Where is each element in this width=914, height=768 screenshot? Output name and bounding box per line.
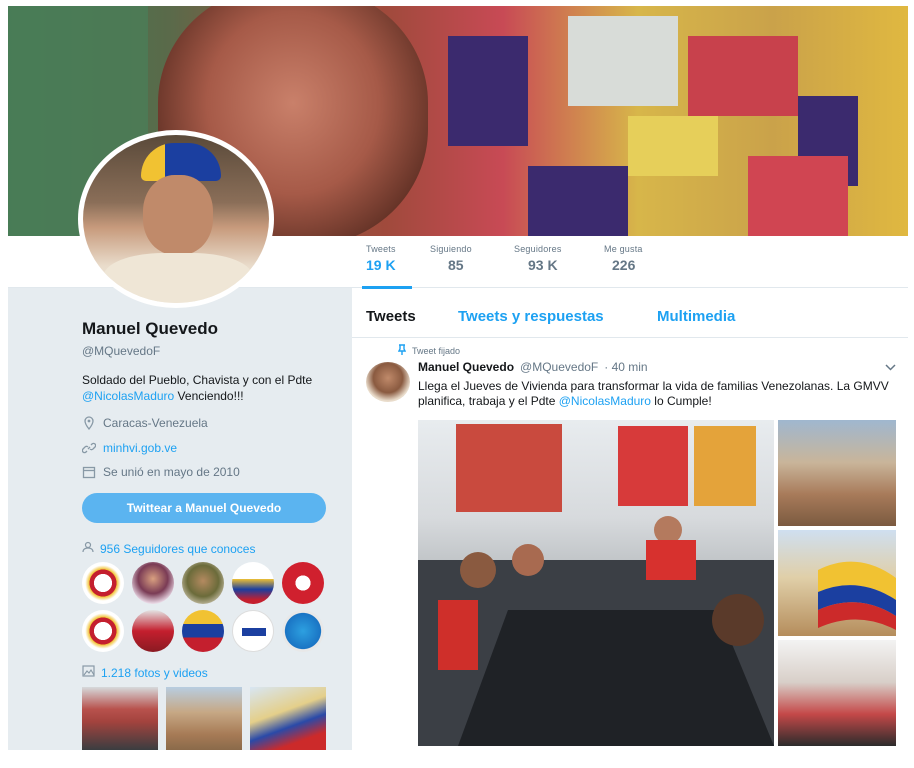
timeline-tabs: Tweets Tweets y respuestas Multimedia [352, 296, 908, 338]
profile-handle: @MQuevedoF [82, 344, 161, 358]
tweet-header: Manuel Quevedo @MQuevedoF · 40 min [418, 360, 648, 374]
tweet-mention-link[interactable]: @NicolasMaduro [559, 394, 651, 408]
media-photo-flag[interactable] [778, 530, 896, 636]
profile-name[interactable]: Manuel Quevedo [82, 319, 218, 339]
known-followers-grid [82, 562, 332, 652]
location-text: Caracas-Venezuela [103, 416, 208, 430]
follower-avatar[interactable] [82, 610, 124, 652]
photos-videos-text[interactable]: 1.218 fotos y videos [101, 666, 208, 680]
profile-joined: Se unió en mayo de 2010 [82, 465, 240, 479]
follower-avatar[interactable] [132, 562, 174, 604]
stat-tweets[interactable]: Tweets 19 K [362, 244, 412, 289]
stat-followers[interactable]: Seguidores 93 K [514, 244, 562, 273]
chevron-down-icon[interactable] [885, 360, 896, 374]
stat-value: 19 K [366, 257, 396, 273]
tweet-time[interactable]: · 40 min [604, 360, 647, 374]
person-icon [82, 541, 94, 556]
bio-text: Soldado del Pueblo, Chavista y con el Pd… [82, 373, 313, 387]
location-icon [82, 416, 96, 430]
joined-text: Se unió en mayo de 2010 [103, 465, 240, 479]
photo-thumbnail[interactable] [250, 687, 326, 750]
image-icon [82, 665, 95, 680]
media-photo-meeting[interactable] [418, 420, 774, 746]
tab-tweets-replies[interactable]: Tweets y respuestas [458, 308, 604, 325]
tweet-text: Llega el Jueves de Vivienda para transfo… [418, 379, 900, 409]
follower-avatar[interactable] [282, 562, 324, 604]
tab-media[interactable]: Multimedia [657, 308, 735, 325]
stat-label: Seguidores [514, 244, 562, 254]
photos-videos-link[interactable]: 1.218 fotos y videos [82, 665, 208, 680]
followers-you-know-text[interactable]: 956 Seguidores que conoces [100, 542, 255, 556]
media-photo-buildings[interactable] [778, 420, 896, 526]
link-icon [82, 441, 96, 455]
tweet-author-name[interactable]: Manuel Quevedo [418, 360, 514, 374]
media-photo-people[interactable] [778, 640, 896, 746]
stat-value: 93 K [528, 257, 558, 273]
tweet-media[interactable] [418, 420, 896, 746]
followers-you-know-link[interactable]: 956 Seguidores que conoces [82, 541, 255, 556]
profile-bio: Soldado del Pueblo, Chavista y con el Pd… [82, 372, 332, 404]
bio-mention-link[interactable]: @NicolasMaduro [82, 389, 174, 403]
stat-label: Tweets [366, 244, 396, 254]
tweet-body-end: lo Cumple! [650, 394, 712, 408]
stat-following[interactable]: Siguiendo 85 [430, 244, 472, 273]
tweet-avatar[interactable] [366, 362, 410, 402]
follower-avatar[interactable] [232, 610, 274, 652]
calendar-icon [82, 465, 96, 479]
stat-likes[interactable]: Me gusta 226 [604, 244, 643, 273]
pin-icon [397, 344, 407, 358]
stat-value: 85 [448, 257, 464, 273]
tweet-to-button[interactable]: Twittear a Manuel Quevedo [82, 493, 326, 523]
follower-avatar[interactable] [82, 562, 124, 604]
website-text[interactable]: minhvi.gob.ve [103, 441, 177, 455]
stat-label: Me gusta [604, 244, 643, 254]
timeline: Tweets Tweets y respuestas Multimedia Tw… [352, 296, 908, 750]
stat-label: Siguiendo [430, 244, 472, 254]
profile-location: Caracas-Venezuela [82, 416, 208, 430]
stat-value: 226 [612, 257, 636, 273]
tab-tweets[interactable]: Tweets [366, 308, 416, 325]
follower-avatar[interactable] [182, 562, 224, 604]
photos-strip [82, 687, 332, 750]
follower-avatar[interactable] [232, 562, 274, 604]
follower-avatar[interactable] [132, 610, 174, 652]
profile-avatar[interactable] [78, 130, 274, 308]
follower-avatar[interactable] [282, 610, 324, 652]
photo-thumbnail[interactable] [82, 687, 158, 750]
pinned-label: Tweet fijado [397, 344, 461, 358]
photo-thumbnail[interactable] [166, 687, 242, 750]
pinned-text: Tweet fijado [412, 346, 461, 356]
bio-text-end: Venciendo!!! [174, 389, 244, 403]
tweet-author-handle[interactable]: @MQuevedoF [520, 360, 598, 374]
profile-website[interactable]: minhvi.gob.ve [82, 441, 177, 455]
follower-avatar[interactable] [182, 610, 224, 652]
